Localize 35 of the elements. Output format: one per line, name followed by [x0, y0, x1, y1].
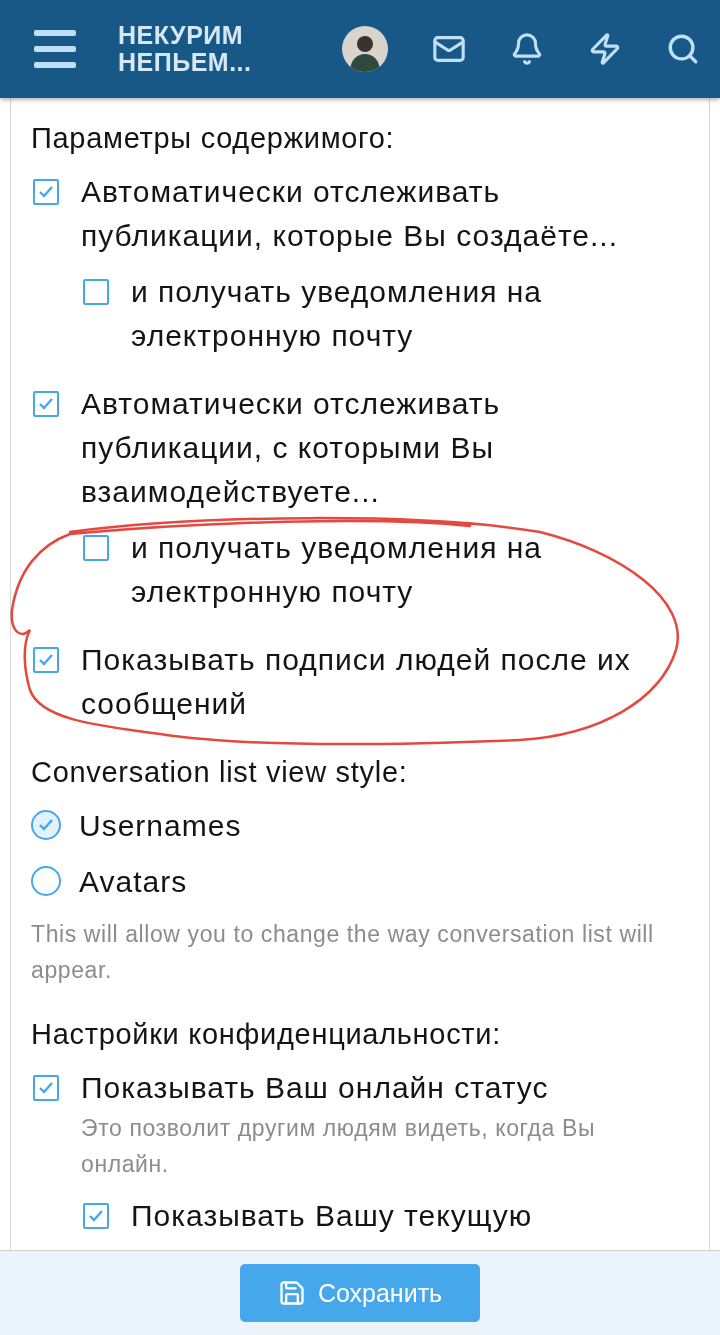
radio-button[interactable]	[31, 866, 61, 896]
section-hint: This will allow you to change the way conversation list will appear.	[31, 920, 655, 985]
lightning-icon[interactable]	[588, 32, 622, 66]
option-label: Показывать Ваш онлайн статус	[81, 1070, 550, 1106]
check-icon	[38, 185, 54, 199]
option-hint: Это позволит другим людям видеть, когда Вы онлайн.	[81, 1114, 597, 1179]
checkbox[interactable]	[83, 535, 109, 561]
check-icon	[38, 397, 54, 411]
radio-button[interactable]	[31, 810, 61, 840]
menu-icon[interactable]	[32, 29, 78, 69]
option-label: Показывать подписи людей после их сообщений	[81, 642, 632, 722]
avatar[interactable]	[342, 26, 388, 72]
checkbox[interactable]	[33, 647, 59, 673]
checkbox[interactable]	[33, 391, 59, 417]
checkbox[interactable]	[83, 279, 109, 305]
bell-icon[interactable]	[510, 32, 544, 66]
section-title: Настройки конфиденциальности:	[31, 1017, 502, 1052]
check-icon	[88, 1209, 104, 1223]
check-icon	[38, 818, 54, 832]
option-label: Показывать Вашу текущую	[131, 1198, 534, 1234]
option-label: Usernames	[79, 808, 243, 844]
checkbox[interactable]	[33, 1075, 59, 1101]
section-title: Параметры содержимого:	[31, 121, 396, 156]
checkbox[interactable]	[83, 1203, 109, 1229]
option-label: и получать уведомления на электронную почту	[131, 530, 543, 610]
check-icon	[38, 1081, 54, 1095]
search-icon[interactable]	[666, 32, 700, 66]
option-label: Автоматически отслеживать публикации, с которыми Вы взаимодействуете...	[81, 386, 502, 510]
checkbox[interactable]	[33, 179, 59, 205]
check-icon	[38, 653, 54, 667]
option-label: и получать уведомления на электронную почту	[131, 274, 543, 354]
option-label: Автоматически отслеживать публикации, которые Вы создаёте...	[81, 174, 619, 254]
site-logo[interactable]: НЕКУРИМ НЕПЬЕМ...	[118, 22, 268, 76]
option-label: Avatars	[79, 864, 189, 900]
section-title: Conversation list view style:	[31, 755, 409, 790]
